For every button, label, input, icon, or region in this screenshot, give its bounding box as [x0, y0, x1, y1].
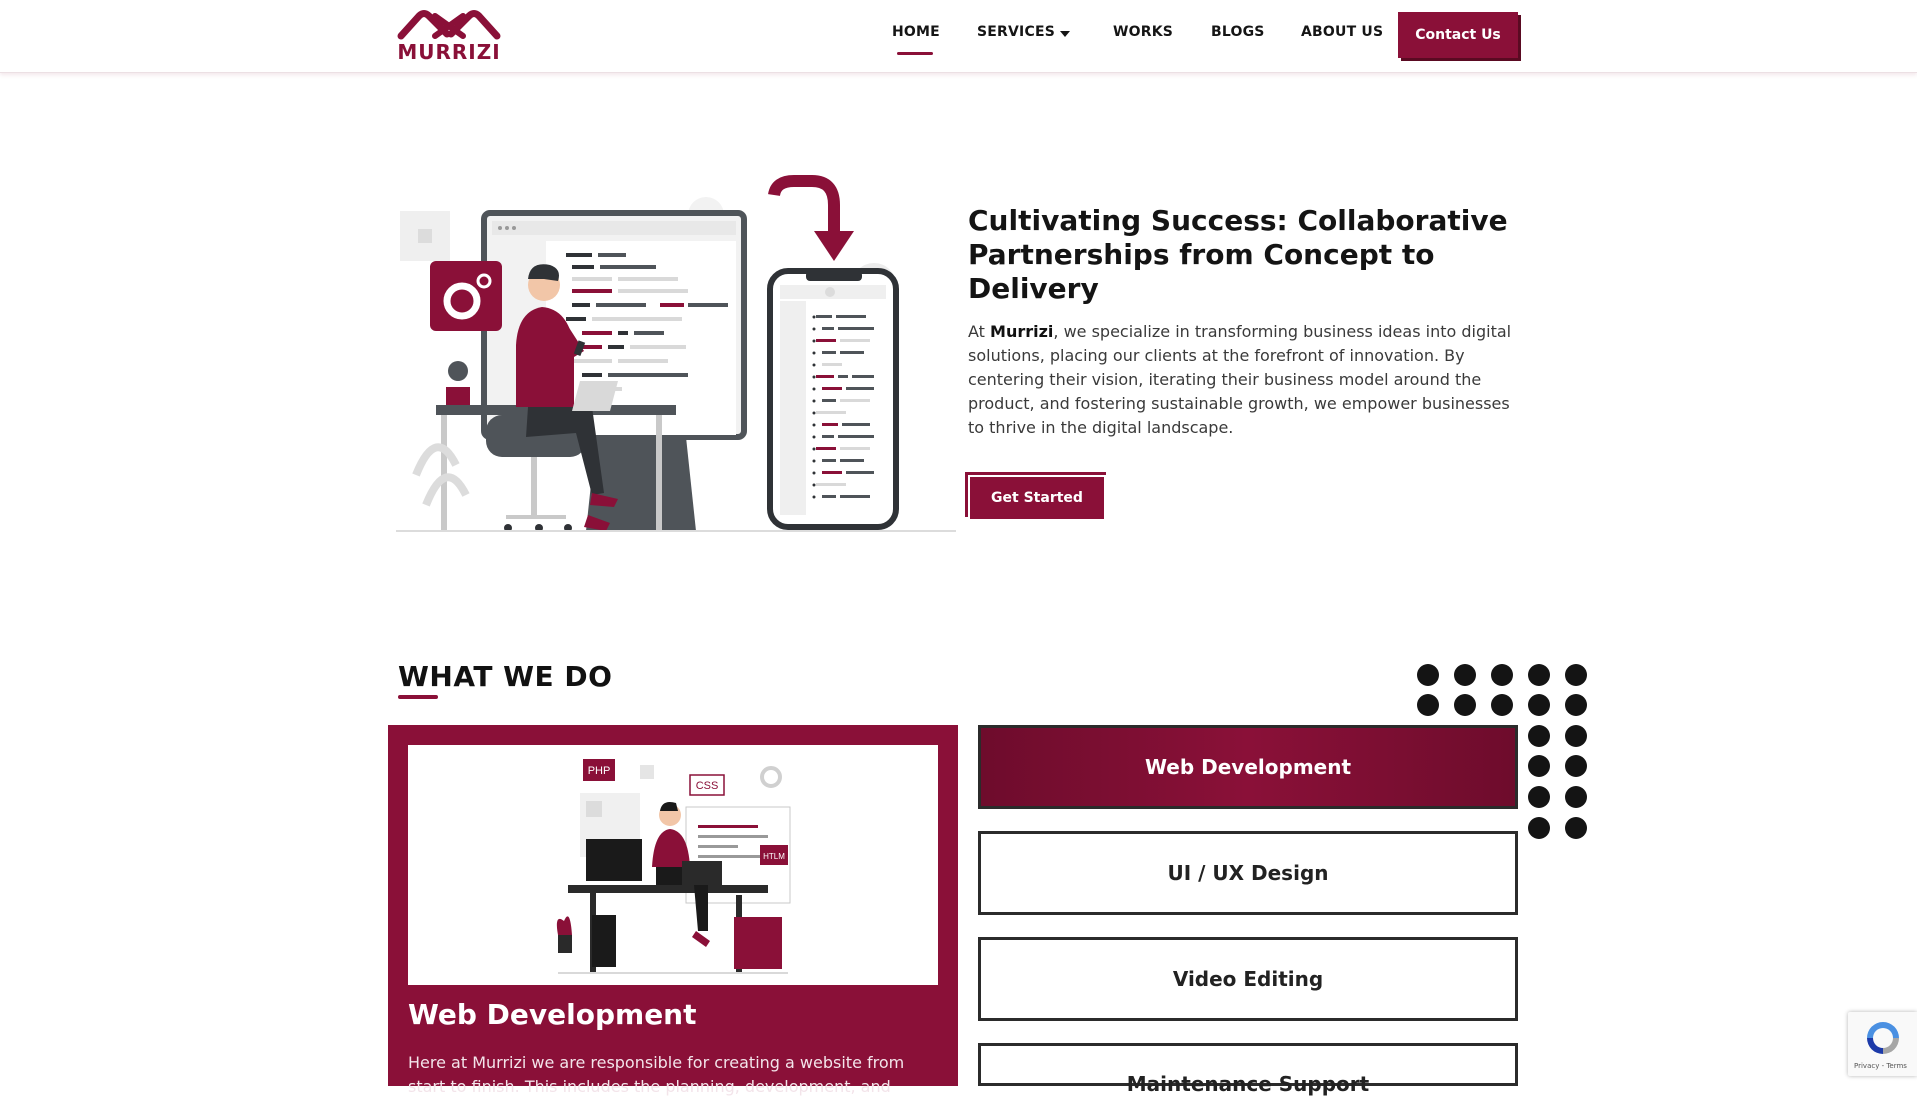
- recaptcha-links[interactable]: Privacy - Terms: [1854, 1062, 1907, 1070]
- php-tag: PHP: [588, 765, 611, 777]
- get-started-button[interactable]: Get Started: [970, 477, 1104, 519]
- web-development-illustration: PHP CSS HTLM: [408, 745, 938, 985]
- card-title: Web Development: [408, 998, 697, 1031]
- recaptcha-icon: [1867, 1022, 1899, 1054]
- card-description: Here at Murrizi we are responsible for c…: [408, 1053, 905, 1096]
- hero-title: Cultivating Success: Collaborative Partn…: [968, 204, 1508, 305]
- service-ui-ux-design[interactable]: UI / UX Design: [978, 831, 1518, 915]
- logo-text: MURRIZI: [397, 40, 501, 64]
- service-video-editing[interactable]: Video Editing: [978, 937, 1518, 1021]
- nav-services[interactable]: SERVICES: [977, 24, 1055, 40]
- hero-description: At Murrizi, we specialize in transformin…: [968, 320, 1528, 440]
- nav-active-indicator: [897, 52, 933, 55]
- hero-illustration: [396, 175, 956, 532]
- section-title-underline: [398, 695, 438, 699]
- service-maintenance-support[interactable]: Maintenance Support: [978, 1043, 1518, 1096]
- nav-home[interactable]: HOME: [892, 24, 940, 40]
- recaptcha-badge[interactable]: Privacy - Terms: [1848, 1012, 1917, 1076]
- service-detail-card: PHP CSS HTLM Web Development Here at Mur…: [388, 725, 958, 1096]
- hero-brand-name: Murrizi: [990, 322, 1054, 341]
- logo-mark-icon: [397, 10, 501, 40]
- service-web-development[interactable]: Web Development: [978, 725, 1518, 809]
- hero-text-prefix: At: [968, 322, 991, 341]
- murrizi-logo[interactable]: MURRIZI: [397, 6, 501, 66]
- contact-us-button[interactable]: Contact Us: [1398, 12, 1518, 58]
- htlm-tag: HTLM: [763, 852, 785, 861]
- css-tag: CSS: [696, 780, 719, 792]
- nav-works[interactable]: WORKS: [1113, 24, 1173, 40]
- dropdown-caret-icon[interactable]: [1060, 31, 1070, 37]
- section-title: WHAT WE DO: [398, 660, 613, 693]
- nav-blogs[interactable]: BLOGS: [1211, 24, 1265, 40]
- nav-about-us[interactable]: ABOUT US: [1301, 24, 1383, 40]
- site-header: MURRIZI HOME SERVICES WORKS BLOGS ABOUT …: [0, 0, 1917, 73]
